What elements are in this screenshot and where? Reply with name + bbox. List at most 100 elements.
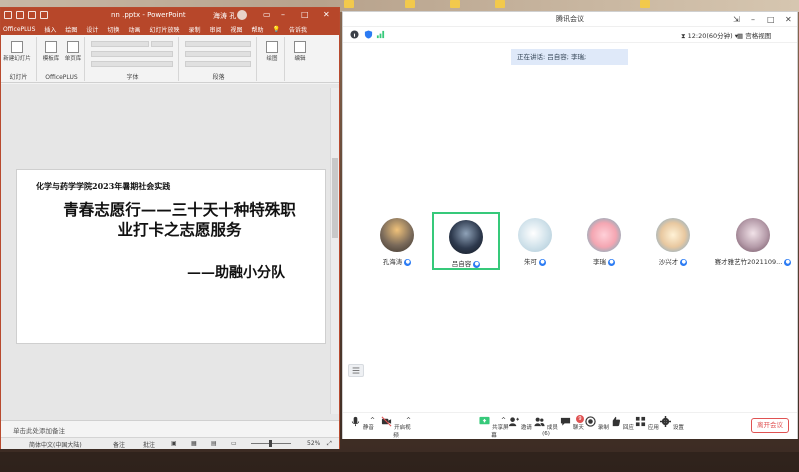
slide-title[interactable]: 青春志愿行——三十天十种特殊职业打卡之志愿服务 bbox=[57, 200, 302, 240]
chevron-up-icon[interactable]: ^ bbox=[501, 417, 506, 424]
single-page-library-button[interactable]: 单页库 bbox=[63, 41, 83, 62]
leave-meeting-button[interactable]: 离开会议 bbox=[751, 418, 789, 433]
chat-button[interactable]: 9 聊天 bbox=[559, 415, 585, 431]
vertical-scrollbar[interactable] bbox=[330, 88, 339, 414]
desktop-file-icon[interactable] bbox=[640, 0, 650, 8]
fit-slide-icon[interactable]: ⤢ bbox=[327, 440, 332, 448]
settings-button[interactable]: 设置 bbox=[659, 416, 685, 431]
spacing-row[interactable] bbox=[185, 61, 251, 67]
zoom-level[interactable]: 52% bbox=[307, 440, 320, 447]
tab-view[interactable]: 视图 bbox=[231, 25, 243, 34]
participant-tile[interactable]: 赛才雅艺竹2021109... ● bbox=[713, 212, 793, 270]
tab-animations[interactable]: 动画 bbox=[128, 25, 140, 34]
tab-draw[interactable]: 绘图 bbox=[65, 25, 77, 34]
new-slide-button[interactable]: 新建幻灯片 bbox=[3, 41, 31, 62]
sorter-view-icon[interactable]: ▦ bbox=[191, 440, 197, 447]
template-library-button[interactable]: 模板库 bbox=[41, 41, 61, 62]
paragraph-group: 段落 bbox=[181, 37, 257, 81]
reading-view-icon[interactable]: ▤ bbox=[211, 440, 217, 447]
status-bar: 简体中文(中国大陆) 备注 批注 ▣ ▦ ▤ ▭ 52% ⤢ bbox=[1, 437, 339, 449]
tab-transitions[interactable]: 切换 bbox=[107, 25, 119, 34]
slide-subtitle[interactable]: 化学与药学学院2023年暑期社会实践 bbox=[36, 181, 170, 192]
undo-icon[interactable] bbox=[16, 11, 24, 19]
paragraph-group-label: 段落 bbox=[212, 74, 225, 81]
desktop-file-icon[interactable] bbox=[450, 0, 460, 8]
view-switch[interactable]: ▦ 宫格视图 bbox=[737, 30, 771, 40]
chevron-up-icon[interactable]: ^ bbox=[406, 417, 411, 424]
reactions-button[interactable]: 回应 bbox=[609, 416, 635, 431]
participant-tile[interactable]: 孔海涛 ● bbox=[363, 212, 431, 270]
record-button[interactable]: 录制 bbox=[584, 416, 610, 431]
tab-help[interactable]: 帮助 bbox=[252, 25, 264, 34]
info-icon[interactable] bbox=[350, 30, 359, 39]
template-label: 模板库 bbox=[42, 56, 60, 62]
font-size-box[interactable] bbox=[151, 41, 173, 47]
chevron-up-icon[interactable]: ^ bbox=[370, 417, 375, 424]
shield-icon[interactable] bbox=[364, 30, 373, 39]
speaking-indicator: 正在讲话: 吕自容; 李瑞; bbox=[511, 49, 628, 65]
participant-name-text: 赛才雅艺竹2021109... bbox=[714, 258, 783, 266]
notes-button[interactable]: 备注 bbox=[113, 440, 125, 449]
pin-icon[interactable]: ⇲ bbox=[733, 12, 740, 27]
video-label: 开启视频 bbox=[393, 425, 411, 439]
tab-record[interactable]: 录制 bbox=[188, 25, 200, 34]
editing-label: 编辑 bbox=[294, 56, 306, 62]
scrollbar-thumb[interactable] bbox=[332, 158, 338, 238]
list-icon bbox=[352, 367, 360, 374]
tab-slideshow[interactable]: 幻灯片放映 bbox=[149, 25, 179, 34]
font-color-row[interactable] bbox=[91, 61, 173, 67]
notes-pane[interactable]: 单击此处添加备注 bbox=[1, 420, 339, 437]
slide-canvas[interactable]: 化学与药学学院2023年暑期社会实践 青春志愿行——三十天十种特殊职业打卡之志愿… bbox=[16, 169, 326, 344]
drawing-button[interactable]: 绘图 bbox=[262, 41, 282, 62]
list-row[interactable] bbox=[185, 41, 251, 47]
minimize-icon[interactable]: – bbox=[281, 10, 285, 20]
font-format-row[interactable] bbox=[91, 51, 173, 57]
maximize-icon[interactable]: □ bbox=[767, 12, 775, 27]
ribbon-tabs: OfficePLUS 插入 绘图 设计 切换 动画 幻灯片放映 录制 审阅 视图… bbox=[1, 23, 339, 35]
chat-unread-badge: 9 bbox=[576, 415, 584, 423]
view-label: 宫格视图 bbox=[745, 32, 772, 40]
participant-tile[interactable]: 沙兴才 ● bbox=[639, 212, 707, 270]
slide-editor[interactable]: 化学与药学学院2023年暑期社会实践 青春志愿行——三十天十种特殊职业打卡之志愿… bbox=[1, 84, 339, 420]
lightbulb-icon: 💡 bbox=[272, 25, 281, 33]
close-icon[interactable]: ✕ bbox=[785, 12, 792, 27]
members-button[interactable]: 成员(6) bbox=[533, 416, 559, 437]
close-icon[interactable]: ✕ bbox=[323, 10, 330, 20]
minimize-icon[interactable]: – bbox=[751, 12, 755, 27]
desktop-file-icon[interactable] bbox=[495, 0, 505, 8]
comments-button[interactable]: 批注 bbox=[143, 440, 155, 449]
invite-button[interactable]: 邀请 bbox=[507, 416, 533, 431]
zoom-slider-knob[interactable] bbox=[269, 440, 272, 447]
apps-button[interactable]: 应用 bbox=[634, 416, 660, 431]
meeting-timer[interactable]: ⧗ 12:20(60分钟) ▾ bbox=[681, 30, 738, 41]
align-row[interactable] bbox=[185, 51, 251, 57]
participant-tile-active[interactable]: 吕自容 ● bbox=[432, 212, 500, 270]
desktop-file-icon[interactable] bbox=[344, 0, 354, 8]
desktop-file-icon[interactable] bbox=[405, 0, 415, 8]
tab-officeplus[interactable]: OfficePLUS bbox=[3, 26, 35, 33]
tab-insert[interactable]: 插入 bbox=[44, 25, 56, 34]
user-name[interactable]: 海涛 孔 bbox=[213, 11, 236, 21]
slideshow-view-icon[interactable]: ▭ bbox=[231, 440, 237, 447]
redo-icon[interactable] bbox=[28, 11, 36, 19]
tab-review[interactable]: 审阅 bbox=[210, 25, 222, 34]
taskbar bbox=[0, 452, 799, 472]
user-avatar[interactable] bbox=[237, 10, 247, 20]
present-icon[interactable] bbox=[40, 11, 48, 19]
slide-team[interactable]: ——助融小分队 bbox=[187, 262, 285, 282]
font-name-box[interactable] bbox=[91, 41, 149, 47]
participant-tile[interactable]: 朱可 ● bbox=[501, 212, 569, 270]
participant-name: 吕自容 ● bbox=[434, 258, 498, 268]
save-icon[interactable] bbox=[4, 11, 12, 19]
tab-design[interactable]: 设计 bbox=[86, 25, 98, 34]
tell-me-search[interactable]: 告诉我 bbox=[289, 25, 307, 34]
participant-tile[interactable]: 李瑞 ● bbox=[570, 212, 638, 270]
record-label: 录制 bbox=[597, 425, 609, 431]
maximize-icon[interactable]: □ bbox=[301, 10, 309, 20]
normal-view-icon[interactable]: ▣ bbox=[171, 440, 177, 447]
ribbon-display-icon[interactable]: ▭ bbox=[263, 10, 271, 20]
language-status[interactable]: 简体中文(中国大陆) bbox=[29, 440, 82, 449]
mic-badge-icon: ● bbox=[680, 258, 688, 266]
chat-panel-toggle[interactable] bbox=[348, 364, 364, 377]
editing-button[interactable]: 编辑 bbox=[290, 41, 310, 62]
